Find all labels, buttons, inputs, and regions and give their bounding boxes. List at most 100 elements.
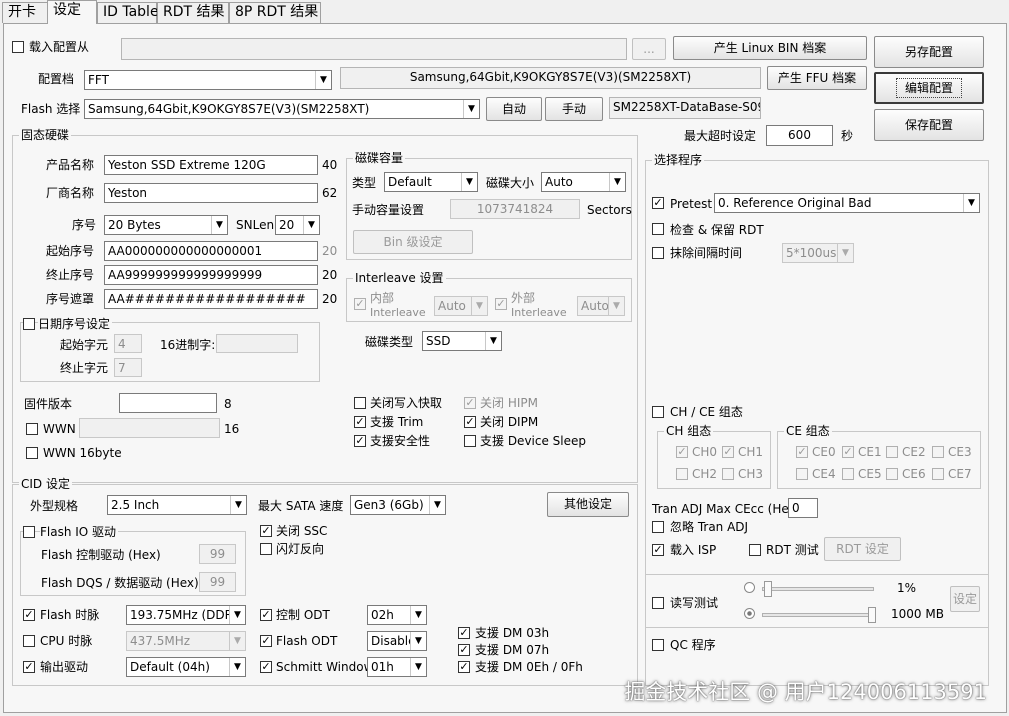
save-as-config-button[interactable]: 另存配置 bbox=[874, 36, 984, 68]
start-char-input[interactable]: 4 bbox=[114, 334, 142, 353]
disk-size-select[interactable]: Auto ▼ bbox=[541, 172, 626, 192]
support-security-checkbox[interactable]: ✓ bbox=[354, 435, 366, 447]
rw-setting-button[interactable]: 设定 bbox=[950, 586, 980, 612]
outer-interleave-checkbox[interactable]: ✓ bbox=[495, 298, 507, 310]
save-config-button[interactable]: 保存配置 bbox=[874, 109, 984, 141]
inner-interleave-select[interactable]: Auto ▼ bbox=[434, 296, 488, 316]
support-dm07-checkbox[interactable]: ✓ bbox=[458, 644, 470, 656]
tab-rdt-result[interactable]: RDT 结果 bbox=[157, 2, 229, 23]
ce-ce0-checkbox[interactable]: ✓ bbox=[796, 446, 808, 458]
flash-dqs-input[interactable]: 99 bbox=[199, 572, 236, 592]
output-drive-select[interactable]: Default (04h) ▼ bbox=[126, 657, 246, 677]
timeout-input[interactable]: 600 bbox=[766, 125, 833, 146]
close-ssc-checkbox[interactable]: ✓ bbox=[260, 525, 272, 537]
support-dm0e-checkbox[interactable]: ✓ bbox=[458, 661, 470, 673]
rw-percent-slider[interactable] bbox=[764, 581, 772, 597]
capacity-type-select[interactable]: Default ▼ bbox=[384, 172, 478, 192]
schmitt-window-select[interactable]: 01h ▼ bbox=[367, 657, 427, 677]
other-settings-button[interactable]: 其他设定 bbox=[547, 492, 629, 517]
vendor-input[interactable]: Yeston bbox=[104, 183, 318, 203]
support-trim-checkbox[interactable]: ✓ bbox=[354, 416, 366, 428]
manual-button[interactable]: 手动 bbox=[545, 97, 603, 121]
flash-clock-checkbox[interactable]: ✓ bbox=[23, 609, 35, 621]
cpu-clock-select[interactable]: 437.5MHz ▼ bbox=[126, 631, 246, 651]
end-sn-input[interactable]: AA999999999999999999 bbox=[104, 265, 318, 285]
led-invert-checkbox[interactable] bbox=[260, 543, 272, 555]
outer-interleave-select[interactable]: Auto ▼ bbox=[577, 296, 625, 316]
erase-interval-checkbox[interactable] bbox=[652, 247, 664, 259]
erase-interval-select[interactable]: 5*100us ▼ bbox=[782, 243, 854, 263]
ch-ch1-checkbox[interactable]: ✓ bbox=[722, 446, 734, 458]
max-sata-select[interactable]: Gen3 (6Gb) ▼ bbox=[350, 495, 446, 515]
flash-select[interactable]: Samsung,64Gbit,K9OKGY8S7E(V3)(SM2258XT) ▼ bbox=[84, 99, 480, 119]
ce-ce4-checkbox[interactable] bbox=[796, 468, 808, 480]
rdt-setting-button[interactable]: RDT 设定 bbox=[824, 537, 901, 561]
bin-level-button[interactable]: Bin 级设定 bbox=[353, 230, 473, 254]
tab-8p-rdt-result[interactable]: 8P RDT 结果 bbox=[229, 2, 321, 23]
inner-interleave-checkbox[interactable]: ✓ bbox=[354, 298, 366, 310]
ce-ce5-checkbox[interactable] bbox=[842, 468, 854, 480]
rw-test-checkbox[interactable] bbox=[652, 597, 664, 609]
flash-io-checkbox[interactable] bbox=[23, 526, 35, 538]
load-config-checkbox[interactable] bbox=[12, 41, 24, 53]
qc-procedure-checkbox[interactable] bbox=[652, 639, 664, 651]
rw-size-radio[interactable] bbox=[744, 608, 755, 619]
flash-odt-select[interactable]: Disable ▼ bbox=[367, 631, 427, 651]
flash-odt-checkbox[interactable]: ✓ bbox=[260, 635, 272, 647]
disable-hipm-checkbox[interactable]: ✓ bbox=[464, 397, 476, 409]
tab-card-open[interactable]: 开卡 bbox=[2, 2, 48, 23]
flash-clock-select[interactable]: 193.75MHz (DDR-387▼ bbox=[126, 605, 246, 625]
wwn-input[interactable] bbox=[79, 418, 220, 438]
tran-adj-input[interactable]: 0 bbox=[788, 498, 818, 518]
ctrl-odt-select[interactable]: 02h ▼ bbox=[367, 605, 427, 625]
manual-capacity-input[interactable]: 1073741824 bbox=[450, 199, 580, 219]
serial-length-select[interactable]: 20 Bytes ▼ bbox=[104, 215, 228, 235]
ce-ce6-checkbox[interactable] bbox=[886, 468, 898, 480]
wwn-checkbox[interactable] bbox=[26, 423, 38, 435]
tab-settings[interactable]: 设定 bbox=[47, 0, 97, 24]
rw-size-slider[interactable] bbox=[868, 607, 876, 623]
ctrl-odt-checkbox[interactable]: ✓ bbox=[260, 609, 272, 621]
browse-button[interactable]: ... bbox=[632, 38, 666, 60]
firmware-input[interactable] bbox=[119, 393, 217, 413]
auto-button[interactable]: 自动 bbox=[486, 97, 542, 121]
flash-ctrl-input[interactable]: 99 bbox=[199, 544, 236, 564]
support-device-sleep-checkbox[interactable] bbox=[464, 435, 476, 447]
config-file-select[interactable]: FFT ▼ bbox=[84, 70, 332, 90]
output-drive-checkbox[interactable]: ✓ bbox=[23, 661, 35, 673]
tab-id-table[interactable]: ID Table bbox=[97, 2, 159, 23]
check-rdt-checkbox[interactable] bbox=[652, 223, 664, 235]
form-factor-select[interactable]: 2.5 Inch ▼ bbox=[107, 495, 247, 515]
rw-percent-radio[interactable] bbox=[744, 582, 755, 593]
schmitt-window-checkbox[interactable]: ✓ bbox=[260, 661, 272, 673]
product-name-input[interactable]: Yeston SSD Extreme 120G bbox=[104, 155, 318, 175]
ce-ce7-checkbox[interactable] bbox=[932, 468, 944, 480]
edit-config-button[interactable]: 编辑配置 bbox=[874, 72, 984, 104]
ce-ce2-checkbox[interactable] bbox=[886, 446, 898, 458]
pretest-select[interactable]: 0. Reference Original Bad ▼ bbox=[714, 193, 980, 213]
generate-linux-bin-button[interactable]: 产生 Linux BIN 档案 bbox=[673, 36, 867, 60]
ch-ch2-checkbox[interactable] bbox=[676, 468, 688, 480]
chce-config-checkbox[interactable] bbox=[652, 406, 664, 418]
rdt-test-checkbox[interactable] bbox=[749, 544, 761, 556]
config-path-input[interactable] bbox=[121, 38, 627, 60]
generate-ffu-button[interactable]: 产生 FFU 档案 bbox=[767, 66, 867, 90]
start-sn-input[interactable]: AA000000000000000001 bbox=[104, 241, 318, 261]
ch-ch3-checkbox[interactable] bbox=[722, 468, 734, 480]
ce-ce3-checkbox[interactable] bbox=[932, 446, 944, 458]
disable-write-cache-checkbox[interactable] bbox=[354, 397, 366, 409]
cpu-clock-checkbox[interactable] bbox=[23, 635, 35, 647]
end-char-input[interactable]: 7 bbox=[114, 358, 142, 377]
wwn16-checkbox[interactable] bbox=[26, 447, 38, 459]
hex-char-input[interactable] bbox=[216, 334, 298, 353]
disk-type-select[interactable]: SSD ▼ bbox=[422, 331, 502, 351]
snlen-select[interactable]: 20 ▼ bbox=[275, 215, 320, 235]
ignore-tran-checkbox[interactable] bbox=[652, 521, 664, 533]
disable-dipm-checkbox[interactable]: ✓ bbox=[464, 416, 476, 428]
load-isp-checkbox[interactable]: ✓ bbox=[652, 544, 664, 556]
ce-ce1-checkbox[interactable]: ✓ bbox=[842, 446, 854, 458]
pretest-checkbox[interactable]: ✓ bbox=[652, 197, 664, 209]
ch-ch0-checkbox[interactable]: ✓ bbox=[676, 446, 688, 458]
date-sn-checkbox[interactable] bbox=[23, 318, 35, 330]
support-dm03-checkbox[interactable]: ✓ bbox=[458, 627, 470, 639]
